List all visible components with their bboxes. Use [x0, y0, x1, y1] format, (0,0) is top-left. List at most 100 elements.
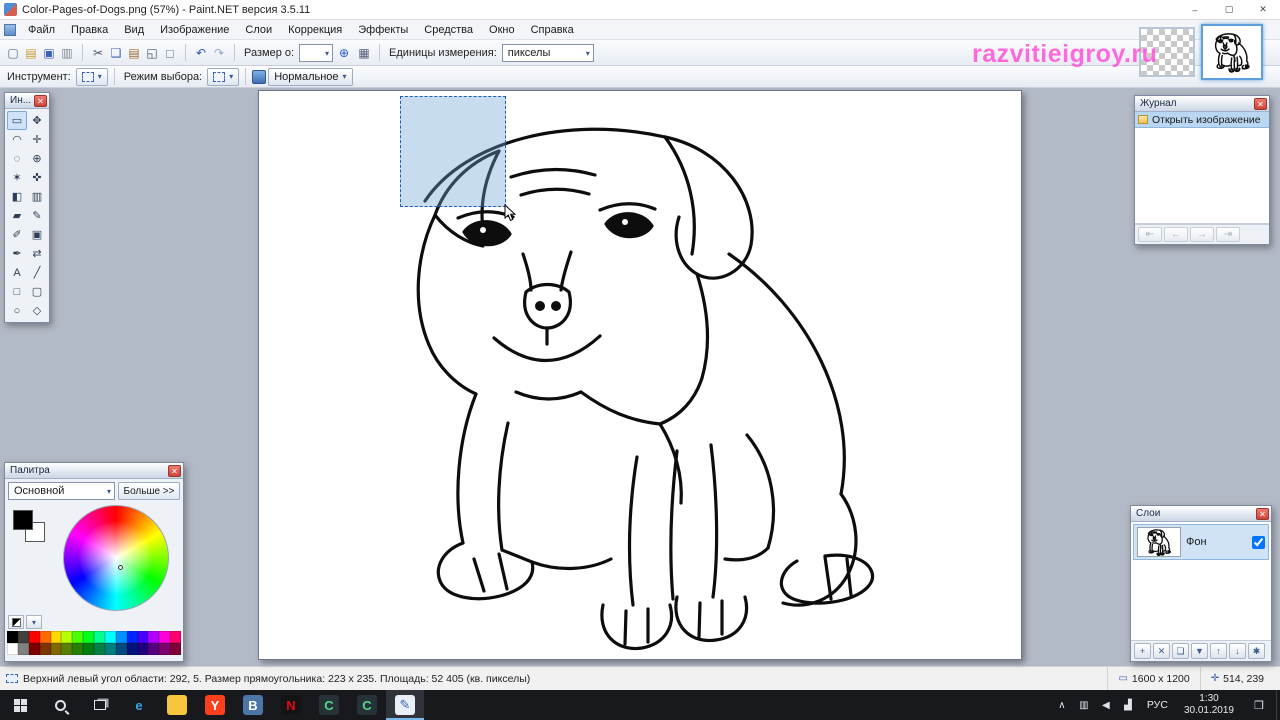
merge-layer-down-button[interactable]: ▼	[1191, 643, 1208, 659]
taskbar-vk[interactable]: B	[234, 690, 272, 720]
menu-item-7[interactable]: Средства	[416, 20, 481, 40]
palette-swatch[interactable]	[83, 643, 94, 655]
blend-mode-dropdown[interactable]: Нормальное ▾	[268, 68, 352, 86]
selection-rectangle[interactable]	[400, 96, 506, 207]
minimize-button[interactable]: –	[1178, 0, 1212, 20]
swatch-mode-button[interactable]	[8, 615, 24, 629]
print-icon[interactable]: ▥	[58, 44, 76, 62]
tool-paint-bucket[interactable]: ◧	[7, 187, 27, 206]
tools-panel-titlebar[interactable]: Ин... ✕	[5, 93, 49, 109]
language-indicator[interactable]: РУС	[1139, 699, 1176, 711]
tool-lasso-select[interactable]: ◠	[7, 130, 27, 149]
tool-dropdown-button[interactable]: ▾	[76, 68, 108, 86]
tool-gradient[interactable]: ▥	[27, 187, 47, 206]
taskbar-code-app-1[interactable]: C	[310, 690, 348, 720]
tool-move-selection[interactable]: ✛	[27, 130, 47, 149]
tool-ellipse[interactable]: ○	[7, 301, 27, 320]
palette-swatch[interactable]	[7, 631, 18, 643]
history-item[interactable]: Открыть изображение	[1135, 112, 1269, 128]
palette-swatch[interactable]	[116, 643, 127, 655]
palette-swatch[interactable]	[116, 631, 127, 643]
color-wheel[interactable]	[63, 505, 169, 611]
move-layer-up-button[interactable]: ↑	[1210, 643, 1227, 659]
palette-swatch[interactable]	[61, 631, 72, 643]
history-panel-titlebar[interactable]: Журнал ✕	[1135, 96, 1269, 112]
palette-swatch[interactable]	[40, 643, 51, 655]
tool-pan[interactable]: ✜	[27, 168, 47, 187]
search-button[interactable]	[40, 690, 80, 720]
tool-rectangle[interactable]: □	[7, 282, 27, 301]
palette-swatch[interactable]	[148, 643, 159, 655]
tray-app-icon[interactable]: ▥	[1073, 690, 1095, 720]
tool-magic-wand[interactable]: ✶	[7, 168, 27, 187]
menu-item-6[interactable]: Эффекты	[350, 20, 416, 40]
tool-freeform-shape[interactable]: ◇	[27, 301, 47, 320]
tool-rounded-rectangle[interactable]: ▢	[27, 282, 47, 301]
tool-eraser[interactable]: ▰	[7, 206, 27, 225]
palette-swatch[interactable]	[148, 631, 159, 643]
tool-ellipse-select[interactable]: ◌	[7, 149, 27, 168]
zoom-in-icon[interactable]: ⊕	[335, 44, 353, 62]
palette-swatch[interactable]	[72, 631, 83, 643]
crop-to-selection-icon[interactable]: ◱	[143, 44, 161, 62]
units-combo[interactable]: пикселы	[502, 44, 594, 62]
start-button[interactable]	[0, 690, 40, 720]
menu-item-5[interactable]: Коррекция	[280, 20, 350, 40]
copy-icon[interactable]: ❏	[107, 44, 125, 62]
palette-swatch[interactable]	[105, 643, 116, 655]
palette-swatch[interactable]	[51, 643, 62, 655]
palette-swatch[interactable]	[159, 643, 170, 655]
palette-swatch[interactable]	[127, 631, 138, 643]
tools-panel-close-button[interactable]: ✕	[34, 95, 47, 107]
taskbar-netflix[interactable]: N	[272, 690, 310, 720]
palette-swatch[interactable]	[94, 643, 105, 655]
palette-swatch[interactable]	[18, 643, 29, 655]
delete-layer-button[interactable]: ✕	[1153, 643, 1170, 659]
menu-item-0[interactable]: Файл	[20, 20, 63, 40]
tool-move-selected-pixels[interactable]: ✥	[27, 111, 47, 130]
menu-item-2[interactable]: Вид	[116, 20, 152, 40]
palette-swatch[interactable]	[159, 631, 170, 643]
tool-paintbrush[interactable]: ✐	[7, 225, 27, 244]
close-button[interactable]: ✕	[1246, 0, 1280, 20]
palette-swatch[interactable]	[51, 631, 62, 643]
taskbar-file-explorer[interactable]	[158, 690, 196, 720]
action-center-icon[interactable]: ❒	[1242, 690, 1276, 720]
duplicate-layer-button[interactable]: ❏	[1172, 643, 1189, 659]
volume-icon[interactable]: ◀	[1095, 690, 1117, 720]
move-layer-down-button[interactable]: ↓	[1229, 643, 1246, 659]
palette-swatch[interactable]	[61, 643, 72, 655]
primary-color-swatch[interactable]	[13, 510, 33, 530]
palette-swatch[interactable]	[170, 631, 181, 643]
palette-swatch[interactable]	[105, 631, 116, 643]
history-panel-close-button[interactable]: ✕	[1254, 98, 1267, 110]
new-file-icon[interactable]: ▢	[4, 44, 22, 62]
network-icon[interactable]: ▟	[1117, 690, 1139, 720]
palette-panel-titlebar[interactable]: Палитра ✕	[5, 463, 183, 479]
color-wheel-marker[interactable]	[118, 565, 123, 570]
layer-visibility-checkbox[interactable]	[1252, 536, 1265, 549]
maximize-button[interactable]: ▢	[1212, 0, 1246, 20]
hidden-icons-chevron[interactable]: ∧	[1051, 690, 1073, 720]
palette-menu-button[interactable]: ▾	[26, 615, 42, 629]
palette-swatch[interactable]	[138, 631, 149, 643]
menu-item-9[interactable]: Справка	[523, 20, 582, 40]
show-desktop-button[interactable]	[1276, 690, 1280, 720]
palette-swatch[interactable]	[72, 643, 83, 655]
tool-text[interactable]: A	[7, 263, 27, 282]
palette-swatch[interactable]	[83, 631, 94, 643]
palette-panel-close-button[interactable]: ✕	[168, 465, 181, 477]
history-fast-forward-button[interactable]: ⇥	[1216, 227, 1240, 242]
palette-swatch[interactable]	[170, 643, 181, 655]
menu-item-8[interactable]: Окно	[481, 20, 523, 40]
canvas[interactable]	[258, 90, 1022, 660]
menu-item-1[interactable]: Правка	[63, 20, 116, 40]
taskbar-clock[interactable]: 1:30 30.01.2019	[1176, 693, 1242, 717]
tool-rectangle-select[interactable]: ▭	[7, 111, 27, 130]
palette-swatch[interactable]	[7, 643, 18, 655]
menu-item-3[interactable]: Изображение	[152, 20, 237, 40]
tool-zoom[interactable]: ⊕	[27, 149, 47, 168]
menu-item-4[interactable]: Слои	[237, 20, 280, 40]
layer-properties-button[interactable]: ✱	[1248, 643, 1265, 659]
paste-icon[interactable]: ▤	[125, 44, 143, 62]
